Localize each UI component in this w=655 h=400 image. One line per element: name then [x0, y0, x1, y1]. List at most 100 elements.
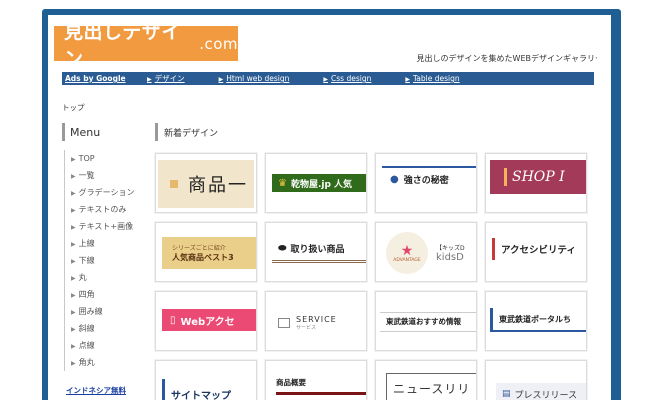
- sidebar-item-circle[interactable]: ▶ 丸: [65, 269, 144, 286]
- sidebar-item-label: テキストのみ: [78, 205, 127, 214]
- design-card[interactable]: ⬬ 取り扱い商品: [265, 222, 367, 282]
- ads-link[interactable]: Ads by Google: [65, 74, 126, 83]
- sidebar-item-label: グラデーション: [78, 188, 135, 197]
- sidebar-item-underline[interactable]: ▶ 下線: [65, 252, 144, 269]
- card-text: 強さの秘密: [403, 175, 449, 186]
- design-card[interactable]: シリーズごとに紹介 人気商品ベスト3: [155, 222, 257, 282]
- card-text: ニュースリリ: [393, 381, 471, 396]
- design-card[interactable]: ♛ 乾物屋.jp 人気: [265, 153, 367, 213]
- sidebar-item-label: 斜線: [78, 324, 95, 333]
- design-grid: 商品一 ♛ 乾物屋.jp 人気 ● 強さの秘密 SHOP I シリーズごとに紹介 人気…: [155, 153, 611, 400]
- triangle-icon: ▶: [71, 326, 76, 333]
- card-text: 商品概要: [276, 378, 306, 387]
- sidebar-item-top[interactable]: ▶ TOP: [65, 150, 144, 167]
- sidebar-item-dotted[interactable]: ▶ 点線: [65, 337, 144, 354]
- card-text: アクセシビリティ: [501, 245, 576, 256]
- logo-suffix: .com: [199, 34, 238, 53]
- triangle-icon: ▶: [71, 309, 76, 316]
- play-icon: ▶: [323, 76, 329, 83]
- sidebar-item-label: 下線: [78, 256, 95, 265]
- sidebar-item-label: 一覧: [78, 171, 95, 180]
- card-text: SHOP I: [512, 169, 565, 185]
- badge-label: ADVANTAGE: [393, 257, 421, 263]
- card-text: 乾物屋.jp 人気: [290, 179, 353, 190]
- triangle-icon: ▶: [71, 241, 76, 248]
- card-text: 東武鉄道ポータルち: [499, 314, 571, 324]
- nav-bar: Ads by Google ▶ デザイン ▶ Html web design ▶ Cs…: [62, 72, 594, 85]
- nav-link-css[interactable]: ▶ Css design: [323, 74, 371, 83]
- sidebar-item-label: 上線: [78, 239, 95, 248]
- design-card[interactable]: SERVICE サービス: [265, 291, 367, 351]
- accent-bar: [504, 168, 507, 186]
- book-icon: ▯: [170, 314, 176, 326]
- nav-label: Css design: [331, 74, 372, 83]
- nav-link-html[interactable]: ▶ Html web design: [219, 74, 290, 83]
- nav-link-table[interactable]: ▶ Table design: [405, 74, 459, 83]
- sidebar-item-label: TOP: [78, 154, 95, 163]
- design-card[interactable]: ニュースリリ: [375, 360, 477, 400]
- site-tagline: 見出しのデザインを集めたWEBデザインギャラリー: [416, 54, 603, 63]
- menu-heading: Menu: [62, 123, 141, 141]
- design-card[interactable]: ▤ プレスリリース: [485, 360, 587, 400]
- design-card[interactable]: ▯ Webアクセ: [155, 291, 257, 351]
- play-icon: ▶: [147, 76, 152, 83]
- triangle-icon: ▶: [71, 190, 76, 197]
- card-subtext: サービス: [296, 325, 317, 331]
- design-card[interactable]: ● 強さの秘密: [375, 153, 477, 213]
- triangle-icon: ▶: [71, 292, 76, 299]
- design-card[interactable]: 東武鉄道おすすめ情報: [375, 291, 477, 351]
- card-text: Webアクセ: [180, 316, 235, 328]
- card-text: kidsD: [436, 252, 464, 263]
- triangle-icon: ▶: [71, 156, 76, 163]
- document-icon: ▤: [502, 389, 511, 399]
- sidebar-item-square[interactable]: ▶ 四角: [65, 286, 144, 303]
- breadcrumb[interactable]: トップ: [62, 102, 85, 113]
- sidebar-item-label: 角丸: [78, 358, 95, 367]
- triangle-icon: ▶: [71, 343, 76, 350]
- logo-main: 見出しデザイン: [64, 20, 182, 70]
- sidebar-item-border[interactable]: ▶ 囲み線: [65, 303, 144, 320]
- design-card[interactable]: 東武鉄道ポータルち: [485, 291, 587, 351]
- sidebar-item-label: 点線: [78, 341, 95, 350]
- design-card[interactable]: SHOP I: [485, 153, 587, 213]
- card-text: 東武鉄道おすすめ情報: [386, 317, 461, 326]
- sidebar-item-label: 四角: [78, 290, 95, 299]
- sidebar-item-label: 囲み線: [78, 307, 103, 316]
- page-right-margin: [597, 15, 611, 400]
- design-card[interactable]: 商品一: [155, 153, 257, 213]
- square-icon: [170, 180, 178, 188]
- card-text: 商品一: [188, 175, 248, 196]
- sidebar-item-label: 丸: [78, 273, 87, 282]
- sidebar-item-diagonal[interactable]: ▶ 斜線: [65, 320, 144, 337]
- page: 見出しデザイン .com 見出しのデザインを集めたWEBデザインギャラリー Ads…: [48, 15, 611, 400]
- sidebar-item-top-line[interactable]: ▶ 上線: [65, 235, 144, 252]
- triangle-icon: ▶: [71, 275, 76, 282]
- nav-label: Table design: [412, 74, 460, 83]
- play-icon: ▶: [218, 76, 224, 83]
- triangle-icon: ▶: [71, 173, 76, 180]
- sidebar-item-text-only[interactable]: ▶ テキストのみ: [65, 201, 144, 218]
- triangle-icon: ▶: [71, 207, 76, 214]
- nav-link-design[interactable]: ▶ デザイン: [147, 73, 185, 84]
- crown-icon: ♛: [278, 177, 287, 189]
- design-card[interactable]: アクセシビリティ: [485, 222, 587, 282]
- site-logo[interactable]: 見出しデザイン .com: [54, 21, 238, 70]
- triangle-icon: ▶: [71, 360, 76, 367]
- design-card[interactable]: サイトマップ: [155, 360, 257, 400]
- document-icon: [278, 318, 290, 328]
- nav-label: デザイン: [154, 74, 185, 83]
- card-text: 人気商品ベスト3: [172, 253, 234, 262]
- design-card[interactable]: ★ ADVANTAGE 【キッズD kidsD: [375, 222, 477, 282]
- sidebar-ad-link[interactable]: インドネシア無料: [66, 385, 126, 396]
- sidebar-item-list[interactable]: ▶ 一覧: [65, 167, 144, 184]
- sidebar-item-text-image[interactable]: ▶ テキスト+画像: [65, 218, 144, 235]
- section-heading: 新着デザイン: [155, 123, 218, 141]
- star-icon: ★: [400, 242, 414, 259]
- design-card[interactable]: 商品概要: [265, 360, 367, 400]
- triangle-icon: ▶: [71, 224, 76, 231]
- sidebar-item-label: テキスト+画像: [78, 222, 134, 231]
- map-pin-icon: ●: [390, 173, 399, 185]
- shoe-icon: ⬬: [278, 243, 287, 254]
- sidebar-item-gradation[interactable]: ▶ グラデーション: [65, 184, 144, 201]
- sidebar-item-rounded[interactable]: ▶ 角丸: [65, 354, 144, 371]
